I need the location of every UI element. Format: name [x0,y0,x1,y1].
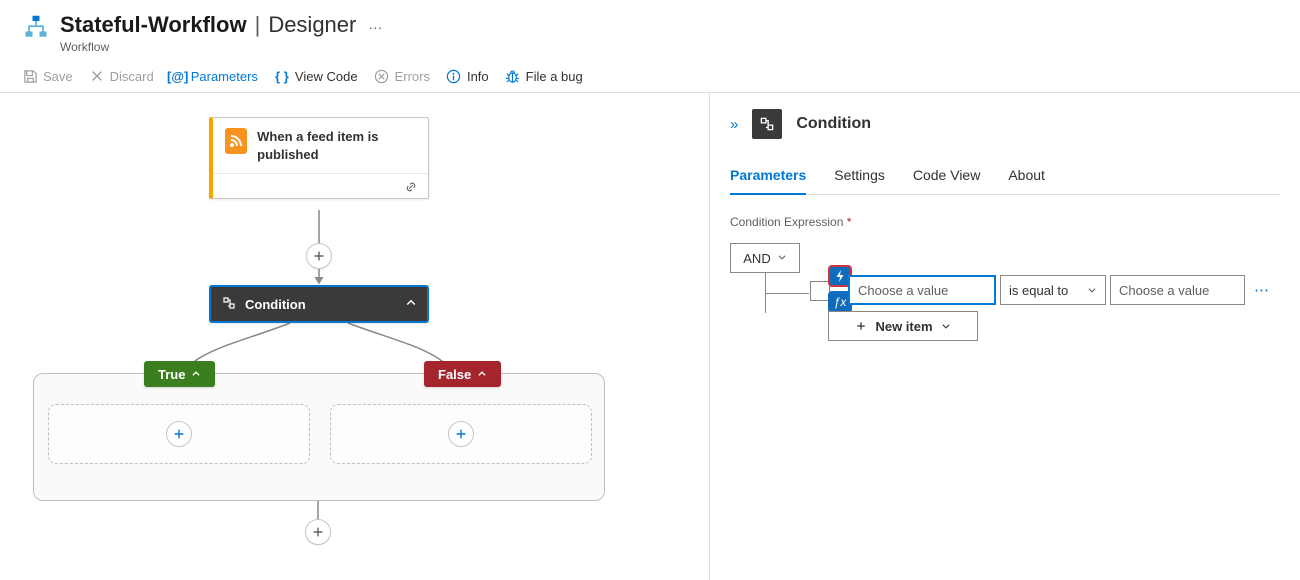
and-label: AND [743,251,770,266]
chevron-up-icon [405,297,417,312]
tab-about[interactable]: About [1008,161,1045,194]
code-icon: { } [274,68,290,84]
left-operand-input[interactable]: Choose a value [848,275,996,305]
command-toolbar: Save Discard [@] Parameters { } View Cod… [0,60,1300,93]
right-operand-placeholder: Choose a value [1119,283,1209,298]
condition-node-icon [221,295,237,314]
add-action-false-button[interactable] [448,421,474,447]
add-step-button[interactable] [306,243,332,269]
false-label: False [438,367,471,382]
false-branch-header[interactable]: False [424,361,501,387]
save-button[interactable]: Save [22,68,73,84]
condition-panel-icon [752,109,782,139]
condition-node[interactable]: Condition [209,285,429,323]
info-icon [446,68,462,84]
discard-label: Discard [110,69,154,84]
left-operand-placeholder: Choose a value [858,283,948,298]
save-label: Save [43,69,73,84]
chevron-up-icon [191,369,201,379]
chevron-up-icon [477,369,487,379]
condition-expression-editor: AND ƒx Choose a value is equal to [730,243,1280,363]
operator-dropdown[interactable]: is equal to [1000,275,1106,305]
info-label: Info [467,69,489,84]
collapse-panel-button[interactable]: » [730,116,738,133]
rss-icon [225,128,247,154]
add-action-true-button[interactable] [166,421,192,447]
view-code-label: View Code [295,69,358,84]
tab-code-view[interactable]: Code View [913,161,980,194]
true-branch-header[interactable]: True [144,361,215,387]
false-branch-dropzone[interactable] [330,404,592,464]
chevron-down-icon [777,251,787,265]
branch-container: True False [33,373,605,501]
errors-icon [374,68,390,84]
true-branch-dropzone[interactable] [48,404,310,464]
trigger-node[interactable]: When a feed item is published [209,117,429,199]
true-label: True [158,367,185,382]
tab-settings[interactable]: Settings [834,161,885,194]
trigger-label: When a feed item is published [257,128,416,163]
save-icon [22,68,38,84]
designer-canvas[interactable]: When a feed item is published Condition [0,93,710,580]
page-title-secondary: Designer [268,12,356,38]
info-button[interactable]: Info [446,68,489,84]
bug-icon [505,68,521,84]
chevron-down-icon [941,321,951,331]
discard-icon [89,68,105,84]
parameters-button[interactable]: [@] Parameters [170,68,258,84]
new-item-button[interactable]: New item [828,311,978,341]
title-more-button[interactable]: ··· [364,19,386,35]
tree-connector [765,293,809,294]
chevron-down-icon [1087,285,1097,295]
page-title-primary: Stateful-Workflow [60,12,247,38]
file-bug-button[interactable]: File a bug [505,68,583,84]
new-item-label: New item [875,319,932,334]
parameters-icon: [@] [170,68,186,84]
page-header: Stateful-Workflow | Designer ··· Workflo… [0,0,1300,60]
trigger-link-icon[interactable] [213,173,428,198]
errors-label: Errors [395,69,430,84]
panel-title: Condition [796,115,871,133]
condition-expression-label: Condition Expression * [730,215,1280,229]
page-subtitle: Workflow [60,40,386,54]
parameters-label: Parameters [191,69,258,84]
discard-button[interactable]: Discard [89,68,154,84]
operator-label: is equal to [1009,283,1068,298]
row-options-button[interactable]: ⋯ [1254,281,1270,299]
file-bug-label: File a bug [526,69,583,84]
plus-icon [855,320,867,332]
title-separator: | [255,12,261,38]
properties-panel: » Condition Parameters Settings Code Vie… [710,93,1300,580]
add-step-after-button[interactable] [305,519,331,545]
row-select-checkbox[interactable] [810,281,830,301]
condition-node-label: Condition [245,297,306,312]
panel-tabs: Parameters Settings Code View About [730,161,1280,195]
workflow-app-icon [22,14,50,42]
tab-parameters[interactable]: Parameters [730,161,806,195]
errors-button[interactable]: Errors [374,68,430,84]
view-code-button[interactable]: { } View Code [274,68,358,84]
group-operator-dropdown[interactable]: AND [730,243,800,273]
right-operand-input[interactable]: Choose a value [1110,275,1245,305]
